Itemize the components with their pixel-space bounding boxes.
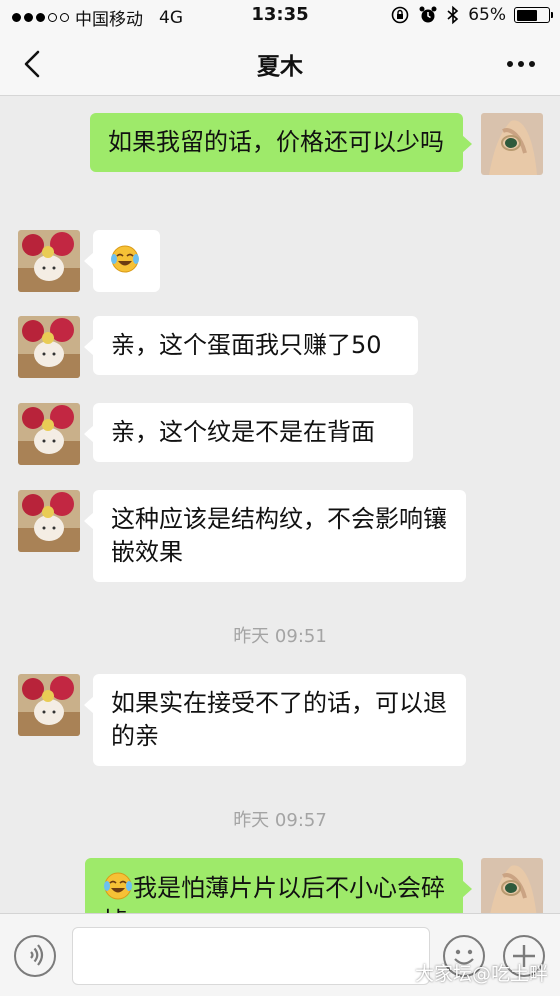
- chat-title: 夏木: [257, 54, 303, 80]
- battery-percent: 65%: [468, 5, 506, 25]
- battery-icon: [514, 7, 553, 23]
- crying-laughing-emoji-icon: [111, 245, 139, 273]
- message-list[interactable]: 如果我留的话，价格还可以少吗 亲，这个蛋面我只赚了50 亲，这个纹是不是在背面 …: [0, 97, 560, 913]
- message-text: 这种应该是结构纹，不会影响镶嵌效果: [111, 505, 447, 566]
- voice-icon[interactable]: [14, 935, 56, 977]
- my-avatar[interactable]: [481, 858, 543, 913]
- contact-avatar[interactable]: [18, 403, 80, 465]
- crying-laughing-emoji-icon: [104, 872, 132, 900]
- input-bar: 大家坛@吃土畔: [0, 913, 560, 996]
- contact-avatar[interactable]: [18, 316, 80, 378]
- watermark-text: 大家坛@吃土畔: [414, 963, 548, 985]
- status-bar: 中国移动 4G 13:35 65%: [0, 0, 560, 32]
- chat-header: 夏木: [0, 32, 560, 96]
- message-text: 亲，这个蛋面我只赚了50: [111, 331, 382, 359]
- message-bubble-incoming[interactable]: [84, 230, 160, 292]
- message-text: 亲，这个纹是不是在背面: [111, 418, 375, 446]
- alarm-icon: [419, 6, 437, 23]
- timestamp: 昨天 09:57: [233, 810, 327, 831]
- message-bubble-outgoing[interactable]: 我是怕薄片片以后不小心会碎掉: [85, 858, 472, 913]
- message-bubble-incoming[interactable]: 如果实在接受不了的话，可以退的亲: [84, 674, 466, 766]
- timestamp: 昨天 09:51: [233, 626, 327, 647]
- message-text: 如果我留的话，价格还可以少吗: [108, 128, 444, 156]
- more-dots-icon[interactable]: [504, 50, 538, 78]
- contact-avatar[interactable]: [18, 490, 80, 552]
- message-bubble-incoming[interactable]: 这种应该是结构纹，不会影响镶嵌效果: [84, 490, 466, 582]
- my-avatar[interactable]: [481, 113, 543, 175]
- message-bubble-outgoing[interactable]: 如果我留的话，价格还可以少吗: [90, 113, 472, 172]
- contact-avatar[interactable]: [18, 674, 80, 736]
- message-bubble-incoming[interactable]: 亲，这个蛋面我只赚了50: [84, 316, 418, 375]
- message-text: 我是怕薄片片以后不小心会碎掉: [103, 874, 445, 913]
- bluetooth-icon: [447, 5, 459, 25]
- message-input[interactable]: [72, 927, 430, 985]
- message-text: 如果实在接受不了的话，可以退的亲: [111, 689, 447, 750]
- message-bubble-incoming[interactable]: 亲，这个纹是不是在背面: [84, 403, 413, 462]
- rotation-lock-icon: [391, 6, 409, 24]
- contact-avatar[interactable]: [18, 230, 80, 292]
